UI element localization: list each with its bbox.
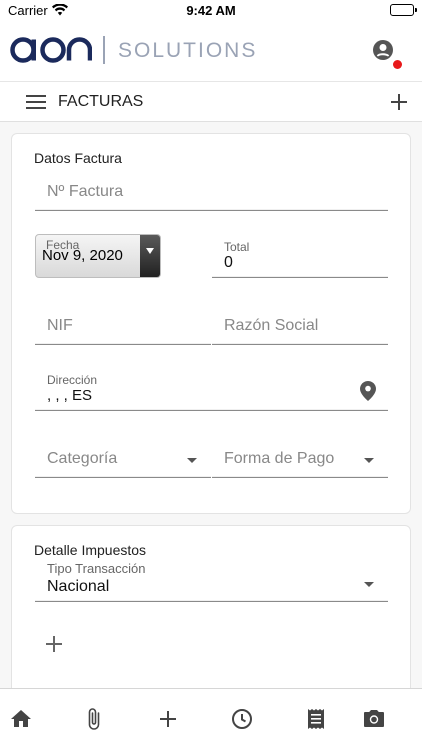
brand-subtitle: SOLUTIONS	[118, 39, 258, 62]
camera-icon	[364, 710, 384, 727]
tab-add[interactable]	[156, 707, 180, 731]
clock: 9:42 AM	[186, 3, 236, 18]
detalle-impuestos-card: Detalle Impuestos Tipo Transacción Nacio…	[11, 525, 411, 688]
nif-placeholder: NIF	[47, 317, 73, 334]
chevron-down-icon	[364, 458, 374, 463]
nif-field[interactable]: NIF	[35, 301, 211, 345]
location-pin-icon[interactable]	[360, 381, 376, 401]
section-title-datos-factura: Datos Factura	[34, 150, 122, 166]
status-bar: Carrier 9:42 AM	[0, 0, 422, 22]
history-icon	[232, 709, 252, 729]
date-dropdown-icon	[140, 235, 160, 277]
add-invoice-button[interactable]	[388, 91, 410, 113]
invoice-number-placeholder: Nº Factura	[47, 183, 124, 200]
logo-divider	[103, 36, 105, 64]
tab-camera[interactable]	[362, 707, 386, 731]
payment-method-select[interactable]: Forma de Pago	[212, 434, 388, 478]
brand-header: SOLUTIONS	[0, 22, 422, 82]
page-title: FACTURAS	[58, 93, 144, 110]
tab-home[interactable]	[9, 707, 33, 731]
category-placeholder: Categoría	[47, 450, 118, 467]
transaction-type-value: Nacional	[47, 578, 110, 595]
total-label: Total	[224, 240, 250, 254]
bottom-tab-bar	[0, 688, 422, 750]
category-select[interactable]: Categoría	[35, 434, 211, 478]
hamburger-menu-icon	[26, 95, 46, 109]
title-toolbar: FACTURAS	[0, 82, 422, 122]
date-value: Nov 9, 2020	[42, 247, 123, 264]
notification-dot	[393, 60, 402, 69]
battery-icon	[390, 4, 417, 16]
transaction-type-label: Tipo Transacción	[47, 561, 146, 576]
payment-method-placeholder: Forma de Pago	[224, 450, 335, 467]
date-picker[interactable]: Fecha Nov 9, 2020	[35, 234, 161, 278]
aon-logo	[10, 36, 93, 69]
invoice-form[interactable]: Datos Factura Nº Factura Fecha Nov 9, 20…	[0, 122, 422, 688]
tab-receipts[interactable]	[304, 707, 328, 731]
attachment-icon	[88, 708, 100, 730]
tab-attachments[interactable]	[82, 707, 106, 731]
home-icon	[11, 710, 31, 727]
address-label: Dirección	[47, 373, 98, 387]
add-tax-button[interactable]	[46, 636, 62, 652]
razon-social-placeholder: Razón Social	[224, 317, 319, 334]
datos-factura-card: Datos Factura Nº Factura Fecha Nov 9, 20…	[11, 133, 411, 514]
account-settings-icon	[373, 40, 393, 60]
menu-button[interactable]	[26, 93, 46, 111]
chevron-down-icon	[187, 458, 197, 463]
tab-history[interactable]	[230, 707, 254, 731]
plus-icon	[46, 636, 62, 652]
add-icon	[160, 711, 176, 727]
invoice-number-field[interactable]: Nº Factura	[35, 167, 388, 211]
receipt-icon	[308, 709, 324, 729]
total-value: 0	[224, 254, 233, 271]
address-field[interactable]: Dirección , , , ES	[35, 367, 388, 411]
profile-button[interactable]	[372, 39, 402, 69]
chevron-down-icon	[364, 582, 374, 587]
address-value: , , , ES	[47, 387, 93, 404]
section-title-detalle-impuestos: Detalle Impuestos	[34, 542, 147, 558]
total-field[interactable]: Total 0	[212, 234, 388, 278]
razon-social-field[interactable]: Razón Social	[212, 301, 388, 345]
plus-icon	[391, 94, 407, 110]
transaction-type-select[interactable]: Tipo Transacción Nacional	[35, 558, 388, 602]
